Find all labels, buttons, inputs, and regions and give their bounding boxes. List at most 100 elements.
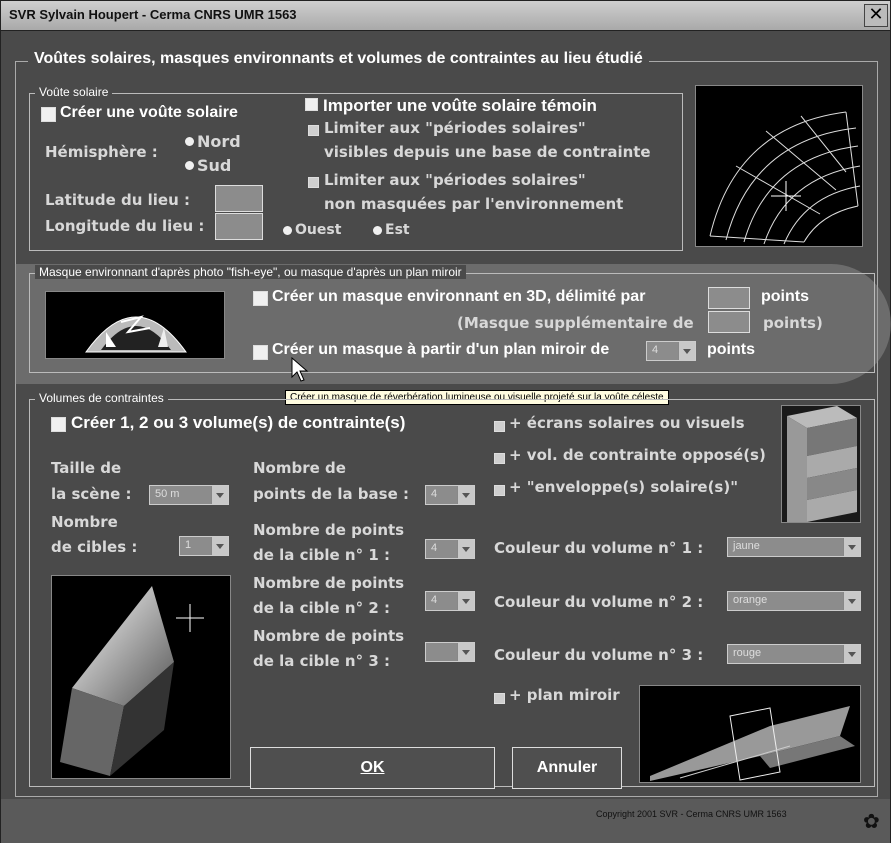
label-masque-3d: Créer un masque environnant en 3D, délim… [272, 288, 646, 305]
preview-volume [51, 575, 231, 779]
input-points-3d[interactable] [708, 287, 750, 309]
preview-voute-solaire [695, 85, 863, 247]
checkbox-limiter-masquees[interactable] [308, 177, 319, 188]
copyright-text: Copyright 2001 SVR - Cerma CNRS UMR 1563 [596, 809, 787, 819]
select-couleur2-value: orange [733, 594, 768, 606]
input-longitude[interactable] [215, 213, 263, 240]
label-latitude: Latitude du lieu : [45, 191, 190, 209]
chevron-down-icon[interactable] [457, 643, 474, 661]
label-taille-2: la scène : [51, 485, 132, 503]
label-plan-miroir: Créer un masque à partir d'un plan miroi… [272, 341, 610, 358]
preview-fisheye [45, 291, 225, 359]
label-vol-oppose: + vol. de contrainte opposé(s) [509, 446, 766, 464]
chevron-down-icon[interactable] [678, 342, 695, 360]
select-points-cible1[interactable]: 4 [425, 539, 475, 559]
label-est: Est [385, 222, 410, 238]
select-plan-miroir-points[interactable]: 4 [646, 341, 696, 361]
select-taille-value: 50 m [155, 488, 180, 500]
mouse-cursor-icon [291, 357, 309, 382]
select-nombre-cibles[interactable]: 1 [179, 536, 229, 556]
label-limiter-visibles-2: visibles depuis une base de contrainte [324, 143, 651, 161]
select-couleur3-value: rouge [733, 647, 762, 659]
checkbox-plan-miroir-volume[interactable] [494, 693, 505, 704]
chevron-down-icon[interactable] [843, 645, 860, 663]
label-plan-miroir-volume: + plan miroir [509, 686, 620, 704]
label-cible3-2: de la cible n° 3 : [253, 652, 390, 670]
chevron-down-icon[interactable] [211, 486, 228, 504]
checkbox-vol-oppose[interactable] [494, 453, 505, 464]
chevron-down-icon[interactable] [843, 538, 860, 556]
select-cible2-value: 4 [431, 594, 438, 606]
chevron-down-icon[interactable] [457, 540, 474, 558]
label-cibles-2: de cibles : [51, 538, 138, 556]
label-couleur2: Couleur du volume n° 2 : [494, 593, 704, 611]
label-creer-volumes: Créer 1, 2 ou 3 volume(s) de contrainte(… [71, 413, 406, 432]
label-sud: Sud [197, 156, 232, 175]
title-bar: SVR Sylvain Houpert - Cerma CNRS UMR 156… [1, 1, 890, 31]
preview-ecrans [781, 405, 861, 523]
label-points-2: points [707, 341, 755, 358]
checkbox-creer-voute[interactable] [41, 107, 56, 122]
chevron-down-icon[interactable] [457, 592, 474, 610]
legend-masque: Masque environnant d'après photo "fish-e… [35, 265, 466, 279]
radio-sud[interactable] [185, 161, 194, 170]
radio-nord[interactable] [185, 137, 194, 146]
radio-est[interactable] [373, 226, 382, 235]
checkbox-enveloppe[interactable] [494, 485, 505, 496]
label-importer-voute: Importer une voûte solaire témoin [323, 96, 597, 115]
select-points-cible3[interactable] [425, 642, 475, 662]
label-couleur3: Couleur du volume n° 3 : [494, 646, 704, 664]
main-legend: Voûtes solaires, masques environnants et… [28, 50, 649, 68]
checkbox-plan-miroir[interactable] [253, 345, 268, 360]
checkbox-masque-3d[interactable] [253, 291, 268, 306]
label-creer-voute: Créer une voûte solaire [60, 104, 238, 121]
checkbox-importer-voute[interactable] [305, 98, 318, 111]
select-points-base[interactable]: 4 [425, 485, 475, 505]
label-ouest: Ouest [295, 222, 342, 238]
label-limiter-masquees-2: non masquées par l'environnement [324, 195, 624, 213]
dialog-window: SVR Sylvain Houpert - Cerma CNRS UMR 156… [0, 0, 891, 843]
select-points-cible2[interactable]: 4 [425, 591, 475, 611]
checkbox-limiter-visibles[interactable] [308, 125, 319, 136]
select-taille-scene[interactable]: 50 m [149, 485, 229, 505]
select-couleur1[interactable]: jaune [727, 537, 861, 557]
label-couleur1: Couleur du volume n° 1 : [494, 539, 704, 557]
status-bar [1, 799, 890, 843]
annuler-button[interactable]: Annuler [512, 747, 622, 789]
label-masque-supplementaire: (Masque supplémentaire de [457, 314, 694, 332]
select-couleur3[interactable]: rouge [727, 644, 861, 664]
label-cible2-2: de la cible n° 2 : [253, 599, 390, 617]
input-latitude[interactable] [215, 185, 263, 212]
label-longitude: Longitude du lieu : [45, 217, 205, 235]
chevron-down-icon[interactable] [457, 486, 474, 504]
select-cible1-value: 4 [431, 542, 438, 554]
label-cibles-1: Nombre [51, 513, 118, 531]
preview-plan-miroir [639, 685, 861, 783]
checkbox-ecrans[interactable] [494, 421, 505, 432]
ok-button[interactable]: OK [250, 747, 495, 789]
close-button[interactable]: ✕ [864, 4, 888, 27]
chevron-down-icon[interactable] [211, 537, 228, 555]
label-points: points [761, 288, 809, 305]
window-title: SVR Sylvain Houpert - Cerma CNRS UMR 156… [9, 7, 297, 22]
select-couleur2[interactable]: orange [727, 591, 861, 611]
leaf-logo-icon: ✿ [863, 809, 880, 833]
chevron-down-icon[interactable] [843, 592, 860, 610]
label-taille-1: Taille de [51, 459, 122, 477]
label-limiter-masquees-1: Limiter aux "périodes solaires" [324, 171, 586, 189]
radio-ouest[interactable] [283, 226, 292, 235]
label-cible2-1: Nombre de points [253, 574, 405, 592]
label-enveloppe: + "enveloppe(s) solaire(s)" [509, 478, 739, 496]
label-cible1-2: de la cible n° 1 : [253, 546, 390, 564]
select-plan-miroir-value: 4 [652, 344, 659, 356]
label-ecrans: + écrans solaires ou visuels [509, 414, 745, 432]
label-base-1: Nombre de [253, 459, 346, 477]
legend-voute-solaire: Voûte solaire [35, 85, 113, 99]
checkbox-creer-volumes[interactable] [51, 417, 66, 432]
label-hemisphere: Hémisphère : [45, 143, 158, 161]
label-base-2: points de la base : [253, 485, 409, 503]
label-cible1-1: Nombre de points [253, 521, 405, 539]
input-points-supplementaire[interactable] [708, 311, 750, 333]
label-points-paren: points) [763, 314, 823, 332]
select-couleur1-value: jaune [733, 540, 760, 552]
